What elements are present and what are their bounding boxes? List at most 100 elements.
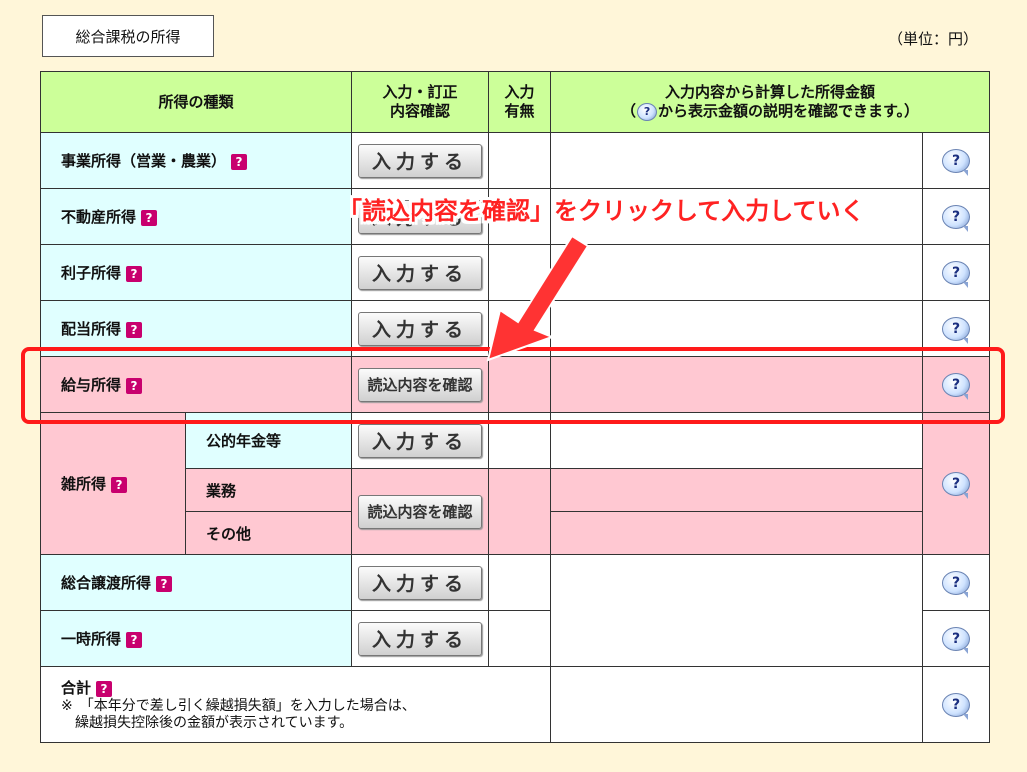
info-bubble-icon[interactable]: ? — [942, 626, 971, 654]
row-label-text: 雑所得 — [61, 475, 107, 493]
input-button-occasional[interactable]: 入力する — [358, 621, 483, 656]
sub-label-other: その他 — [184, 511, 353, 555]
amount-header-text: から表示金額の説明を確認できます。） — [658, 102, 920, 120]
col-header-amount: 入力内容から計算した所得金額 （? から表示金額の説明を確認できます。） — [550, 71, 991, 133]
row-label-text: 配当所得 — [61, 320, 122, 338]
table-row-business: 事業所得（営業・農業）? 入力する ? — [39, 132, 991, 189]
info-bubble-icon[interactable]: ? — [942, 692, 971, 720]
info-bubble-icon[interactable]: ? — [942, 372, 971, 400]
row-label-real-estate: 不動産所得? — [39, 188, 353, 245]
row-label-text: 総合譲渡所得 — [61, 574, 152, 592]
amount-cell — [550, 244, 924, 301]
info-bubble-icon[interactable]: ? — [942, 204, 971, 232]
status-cell — [488, 412, 552, 469]
status-cell — [488, 610, 552, 667]
total-label-text: 合計 — [61, 679, 92, 697]
amount-cell — [550, 554, 924, 667]
row-label-text: 給与所得 — [61, 376, 122, 394]
info-bubble-icon[interactable]: ? — [942, 570, 971, 598]
info-cell: ? — [922, 132, 991, 189]
paren-open: （ — [621, 102, 637, 120]
input-button-business[interactable]: 入力する — [358, 143, 483, 178]
amount-cell — [550, 300, 924, 357]
input-button-transfer[interactable]: 入力する — [358, 565, 483, 600]
sub-label-pension: 公的年金等 — [184, 412, 353, 469]
table-row-transfer: 総合譲渡所得? 入力する ? — [39, 554, 991, 667]
col-header-input: 入力・訂正 内容確認 — [351, 71, 490, 133]
table-row-interest: 利子所得? 入力する ? — [39, 244, 991, 301]
row-label-text: 一時所得 — [61, 630, 122, 648]
amount-cell — [550, 132, 924, 189]
help-icon[interactable]: ? — [111, 476, 128, 493]
row-label-text: 不動産所得 — [61, 208, 137, 226]
col-header-input-line2: 内容確認 — [390, 102, 451, 120]
help-icon[interactable]: ? — [141, 209, 158, 226]
table-row-salary: 給与所得? 読込内容を確認 ? — [39, 356, 991, 413]
input-cell: 読込内容を確認 — [351, 356, 490, 413]
info-bubble-icon[interactable]: ? — [942, 148, 971, 176]
input-button-interest[interactable]: 入力する — [358, 255, 483, 290]
input-cell: 入力する — [351, 610, 490, 667]
row-label-text: 事業所得（営業・農業） — [61, 152, 227, 170]
status-cell — [488, 554, 552, 611]
status-cell — [488, 244, 552, 301]
col-header-amount-line2: （? から表示金額の説明を確認できます。） — [551, 102, 989, 121]
help-icon[interactable]: ? — [231, 153, 248, 170]
info-cell: ? — [922, 554, 991, 611]
row-label-transfer: 総合譲渡所得? — [39, 554, 353, 611]
table-header-row: 所得の種類 入力・訂正 内容確認 入力 有無 入力内容から計算した所得金額 （?… — [39, 71, 991, 133]
row-label-business: 事業所得（営業・農業）? — [39, 132, 353, 189]
total-note-line2: 繰越損失控除後の金額が表示されています。 — [61, 715, 354, 731]
status-cell — [488, 132, 552, 189]
help-icon[interactable]: ? — [126, 631, 143, 648]
total-label-cell: 合計? ※ 「本年分で差し引く繰越損失額」を入力した場合は、 繰越損失控除後の金… — [39, 666, 552, 743]
info-cell: ? — [922, 300, 991, 357]
table-row-total: 合計? ※ 「本年分で差し引く繰越損失額」を入力した場合は、 繰越損失控除後の金… — [39, 666, 991, 743]
row-label-misc: 雑所得? — [40, 412, 186, 555]
table-row-misc-pension: 雑所得? 公的年金等 入力する ? — [40, 412, 991, 555]
help-icon[interactable]: ? — [156, 575, 173, 592]
col-header-status-line2: 有無 — [504, 102, 535, 120]
help-bubble-icon: ? — [637, 102, 658, 121]
info-bubble-icon[interactable]: ? — [942, 260, 971, 288]
input-cell: 読込内容を確認 — [351, 468, 490, 555]
unit-label: （単位：円） — [888, 30, 979, 48]
help-icon[interactable]: ? — [126, 377, 143, 394]
section-title: 総合課税の所得 — [42, 15, 214, 57]
sub-label-business: 業務 — [184, 468, 353, 512]
help-icon[interactable]: ? — [126, 265, 143, 282]
amount-cell — [550, 412, 924, 469]
info-cell: ? — [922, 356, 991, 413]
info-cell: ? — [922, 244, 991, 301]
info-bubble-icon[interactable]: ? — [942, 316, 971, 344]
row-label-occasional: 一時所得? — [39, 610, 353, 667]
total-note-line1: ※ 「本年分で差し引く繰越損失額」を入力した場合は、 — [61, 698, 416, 714]
total-label: 合計? — [61, 677, 550, 698]
amount-cell — [550, 511, 924, 555]
input-cell: 入力する — [351, 244, 490, 301]
info-bubble-icon[interactable]: ? — [942, 471, 971, 499]
row-label-text: 利子所得 — [61, 264, 122, 282]
load-confirm-button-misc[interactable]: 読込内容を確認 — [358, 494, 483, 529]
amount-cell — [550, 468, 924, 512]
info-cell: ? — [922, 666, 991, 743]
info-cell: ? — [922, 610, 991, 667]
col-header-status: 入力 有無 — [488, 71, 552, 133]
col-header-input-line1: 入力・訂正 — [382, 83, 458, 101]
input-cell: 入力する — [351, 132, 490, 189]
input-button-dividend[interactable]: 入力する — [358, 311, 483, 346]
load-confirm-button-salary[interactable]: 読込内容を確認 — [358, 367, 483, 402]
help-icon[interactable]: ? — [96, 680, 113, 697]
col-header-type: 所得の種類 — [39, 71, 353, 133]
row-label-interest: 利子所得? — [39, 244, 353, 301]
input-cell: 入力する — [351, 554, 490, 611]
help-icon[interactable]: ? — [126, 321, 143, 338]
row-label-dividend: 配当所得? — [39, 300, 353, 357]
status-cell — [488, 356, 552, 413]
amount-cell — [550, 666, 924, 743]
amount-cell — [550, 356, 924, 413]
info-cell: ? — [922, 188, 991, 245]
status-cell — [488, 300, 552, 357]
input-button-pension[interactable]: 入力する — [358, 423, 483, 458]
income-table: 所得の種類 入力・訂正 内容確認 入力 有無 入力内容から計算した所得金額 （?… — [39, 71, 991, 743]
